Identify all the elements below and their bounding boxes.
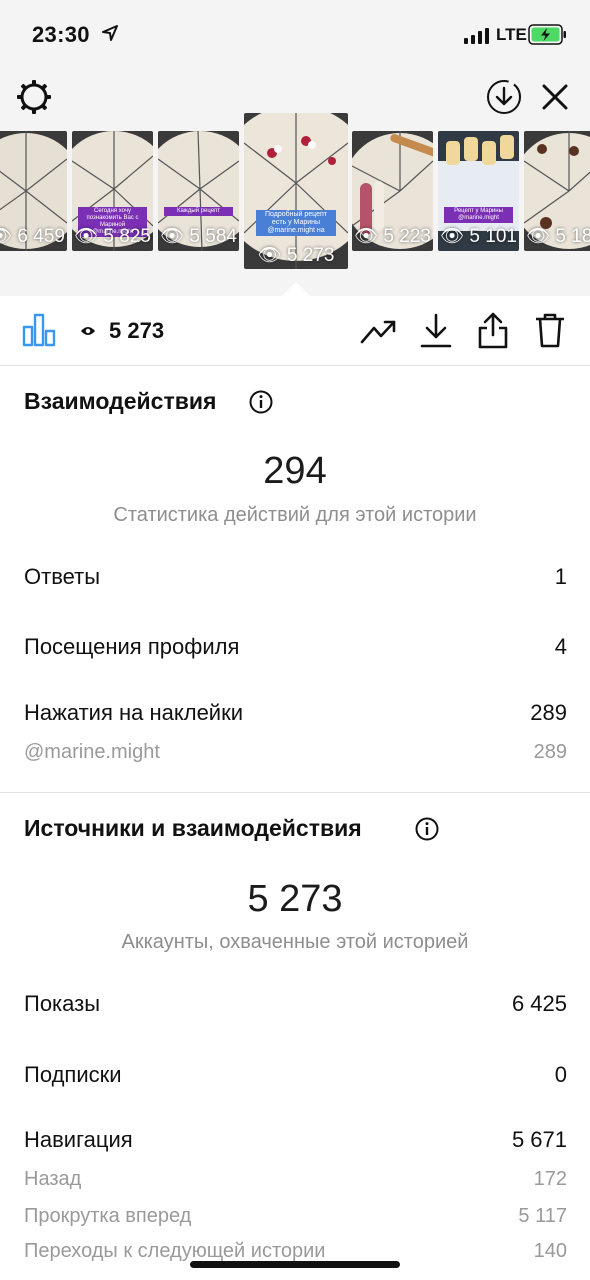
sticker-taps-label: Нажатия на наклейки	[24, 700, 244, 725]
battery-icon	[528, 24, 566, 45]
info-icon[interactable]	[415, 817, 439, 841]
bar-chart-icon[interactable]	[22, 313, 56, 347]
profile-visits-value: 4	[554, 634, 567, 659]
view-count: 👁 5 101	[440, 226, 517, 247]
next-story-label: Переходы к следующей истории	[24, 1240, 326, 1262]
view-count: 👁 6 459	[0, 226, 65, 247]
story-thumbnail[interactable]: Рецепт у Марины @marine.might 👁 5 101	[438, 131, 519, 251]
settings-gear-icon[interactable]	[15, 78, 53, 116]
download-circle-icon[interactable]	[486, 79, 522, 115]
reach-subtitle: Аккаунты, охваченные этой историей	[121, 931, 469, 953]
download-icon[interactable]	[420, 313, 452, 349]
story-thumbnail[interactable]: 👁 6 459	[0, 131, 67, 251]
interactions-subtitle: Статистика действий для этой истории	[113, 504, 477, 526]
story-thumbnail[interactable]: Каждый рецепт 👁 5 584	[158, 131, 239, 251]
trash-icon[interactable]	[534, 312, 566, 348]
network-type: LTE	[496, 25, 527, 44]
home-indicator[interactable]	[190, 1261, 400, 1268]
story-toolbar: 5 273	[0, 296, 590, 366]
close-icon[interactable]	[541, 83, 569, 111]
story-view-count: 5 273	[109, 318, 165, 343]
info-icon[interactable]	[249, 390, 273, 414]
interactions-total: 294	[263, 450, 327, 492]
navigation-label: Навигация	[24, 1127, 133, 1152]
status-time: 23:30	[32, 22, 90, 47]
story-thumbnail[interactable]: Сегодня хочу познакомить Вас с Мариной @…	[72, 131, 153, 251]
sticker-mention-label: @marine.might	[24, 741, 160, 763]
reach-total: 5 273	[247, 878, 343, 920]
story-thumbnail[interactable]: 👁 5 181	[524, 131, 590, 251]
follows-label: Подписки	[24, 1062, 122, 1087]
interactions-title: Взаимодействия	[24, 388, 217, 414]
navigation-value: 5 671	[511, 1127, 567, 1152]
share-icon[interactable]	[477, 311, 509, 349]
story-thumbnail[interactable]: 👁 5 223	[352, 131, 433, 251]
back-value: 172	[533, 1168, 567, 1190]
impressions-label: Показы	[24, 991, 101, 1016]
view-count: 👁 5 223	[354, 226, 431, 247]
eye-icon	[81, 327, 95, 335]
story-caption: Рецепт у Марины @marine.might	[444, 207, 513, 223]
story-caption: Каждый рецепт	[164, 207, 233, 216]
story-thumbnail-selected[interactable]: Подробный рецепт есть у Марины @marine.m…	[244, 113, 348, 269]
sticker-mention-value: 289	[533, 741, 567, 763]
location-arrow-icon	[102, 25, 118, 41]
view-count: 👁 5 273	[257, 245, 335, 266]
view-count: 👁 5 181	[526, 226, 590, 247]
trend-icon[interactable]	[360, 314, 398, 348]
back-label: Назад	[24, 1168, 82, 1190]
selected-story-pointer	[282, 282, 310, 296]
story-caption: Подробный рецепт есть у Марины @marine.m…	[256, 210, 336, 236]
profile-visits-label: Посещения профиля	[24, 634, 240, 659]
view-count: 👁 5 584	[160, 226, 237, 247]
next-story-value: 140	[533, 1240, 567, 1262]
follows-value: 0	[554, 1062, 567, 1087]
cellular-signal-icon	[464, 28, 489, 44]
view-count: 👁 5 825	[74, 226, 151, 247]
status-bar: 23:30 LTE	[0, 0, 590, 72]
forward-label: Прокрутка вперед	[24, 1205, 192, 1227]
impressions-value: 6 425	[511, 991, 567, 1016]
discovery-title: Источники и взаимодействия	[24, 815, 362, 841]
section-divider	[0, 792, 590, 793]
replies-value: 1	[554, 564, 567, 589]
forward-value: 5 117	[518, 1205, 567, 1227]
replies-label: Ответы	[24, 564, 101, 589]
sticker-taps-value: 289	[530, 700, 567, 725]
